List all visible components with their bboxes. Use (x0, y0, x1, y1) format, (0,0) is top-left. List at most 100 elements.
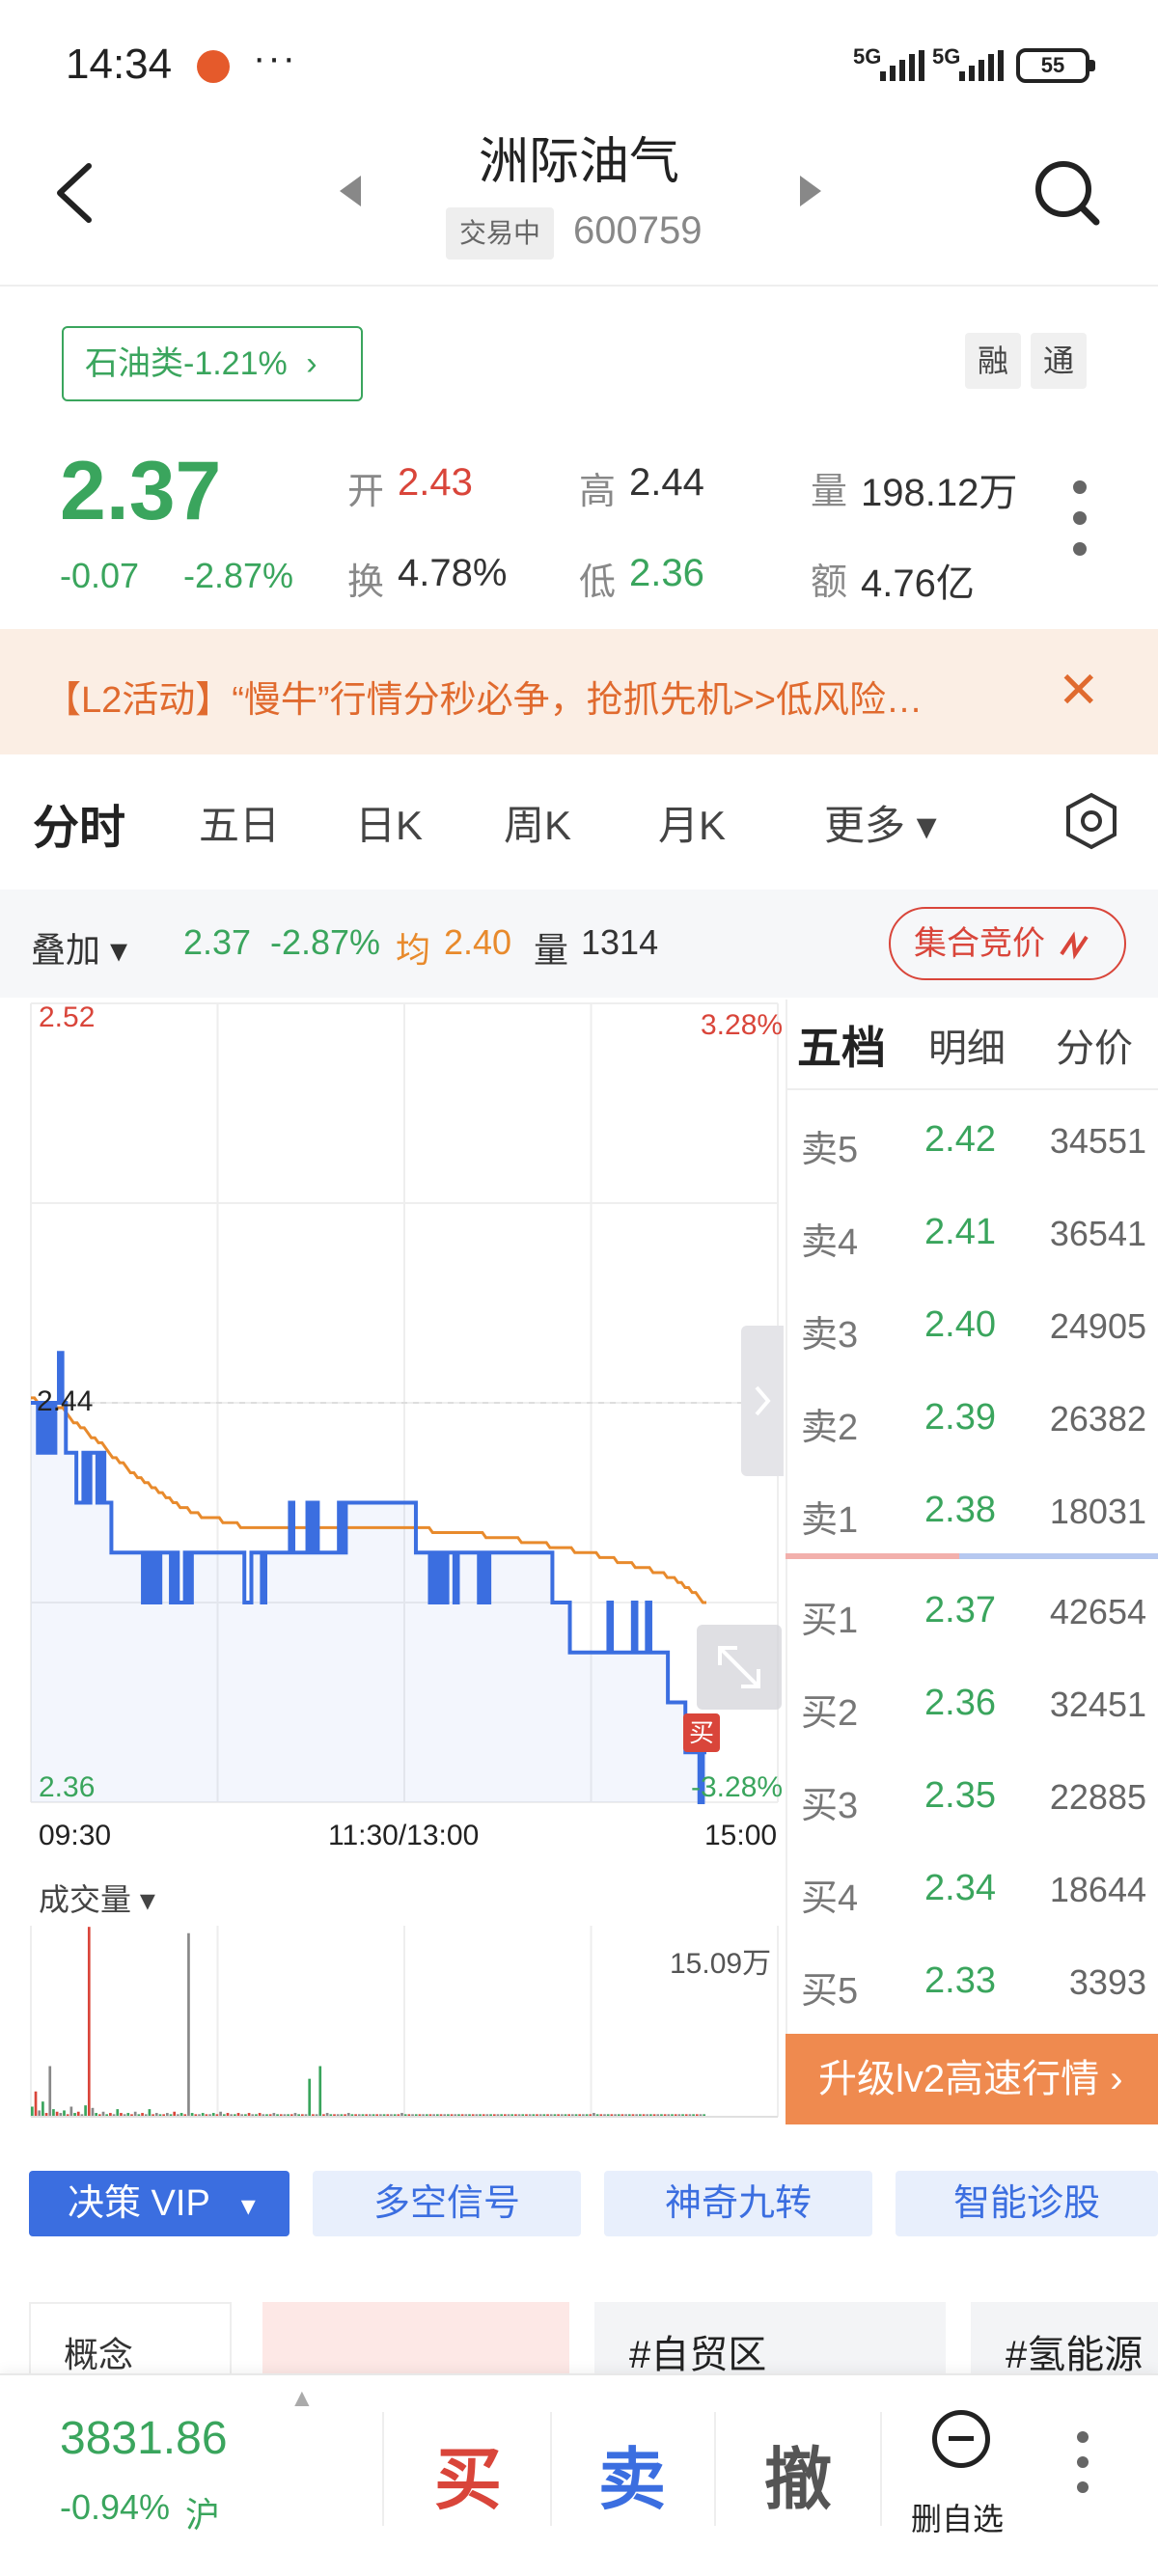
call-auction-label: 集合竞价 (914, 925, 1045, 962)
chart-settings-button[interactable] (1062, 791, 1121, 856)
volume-bar (52, 2109, 55, 2117)
ask-volume: 24905 (1049, 1306, 1146, 1346)
turnover-label: 换 (347, 562, 385, 603)
more-options-icon[interactable] (1073, 480, 1089, 573)
volume-bar (48, 2066, 52, 2117)
magic-nine-button[interactable]: 神奇九转 (604, 2171, 872, 2236)
notification-more-icon: ··· (253, 37, 297, 79)
axis-high-price: 2.52 (39, 1001, 96, 1033)
turnover-value: 4.78% (398, 552, 508, 594)
tab-trade-detail[interactable]: 明细 (928, 1017, 1006, 1073)
bottom-separator (714, 2412, 716, 2526)
signal-5g-label-a: 5G (853, 44, 882, 69)
smart-diagnose-button[interactable]: 智能诊股 (896, 2171, 1158, 2236)
price-change: -0.07 (60, 556, 140, 595)
close-icon[interactable]: ✕ (1058, 662, 1100, 720)
ask-label: 卖3 (801, 1315, 859, 1356)
chevron-right-icon: › (306, 345, 317, 382)
axis-high-percent: 3.28% (701, 1009, 784, 1041)
index-market: 沪 (185, 2495, 221, 2535)
search-button[interactable] (1031, 156, 1102, 228)
tab-intraday[interactable]: 分时 (33, 789, 125, 857)
ask-label: 卖4 (801, 1222, 859, 1263)
sell-button[interactable]: 卖 (598, 2425, 666, 2523)
bottom-action-bar (0, 2373, 1158, 2576)
volume-bar (69, 2106, 73, 2117)
axis-time-close: 15:00 (704, 1820, 778, 1851)
tab-daily-k[interactable]: 日K (355, 793, 423, 852)
ask-label: 卖1 (801, 1500, 859, 1541)
ask-bid-divider-red (786, 1553, 959, 1559)
cursor-volume-label: 量 (534, 930, 569, 970)
tab-five-day[interactable]: 五日 (199, 793, 280, 852)
bid-label: 买2 (801, 1693, 859, 1734)
auction-slash-icon (1060, 931, 1089, 960)
volume-label: 量 (811, 472, 848, 512)
tab-more[interactable]: 更多 ▾ (824, 793, 937, 852)
bottom-separator (880, 2412, 882, 2526)
bid-volume: 22885 (1049, 1777, 1146, 1817)
ask-volume: 34551 (1049, 1121, 1146, 1161)
more-options-icon[interactable] (1077, 2431, 1089, 2507)
bid-volume: 42654 (1049, 1592, 1146, 1631)
open-label: 开 (347, 472, 385, 512)
intraday-chart[interactable] (29, 1000, 784, 1804)
ask-volume: 26382 (1049, 1399, 1146, 1439)
cancel-order-button[interactable]: 撤 (764, 2425, 832, 2523)
axis-low-percent: -3.28% (691, 1771, 784, 1803)
fullscreen-button[interactable] (697, 1625, 782, 1710)
next-stock-button[interactable] (796, 172, 825, 215)
call-auction-button[interactable]: 集合竞价 (889, 907, 1126, 980)
tab-order-book-five[interactable]: 五档 (797, 1013, 886, 1077)
volume-indicator-dropdown[interactable]: 成交量 ▾ (39, 1876, 155, 1920)
bottom-separator (382, 2412, 384, 2526)
decision-vip-label: 决策 VIP (68, 2183, 210, 2224)
remove-favorite-icon[interactable] (932, 2410, 990, 2468)
volume-bar (116, 2109, 120, 2117)
price-change-percent: -2.87% (183, 556, 294, 595)
low-value: 2.36 (629, 552, 704, 594)
prev-stock-button[interactable] (336, 172, 365, 215)
current-price: 2.37 (60, 445, 222, 537)
sector-tag-label: 石油类-1.21% (85, 345, 288, 382)
decision-vip-dropdown[interactable]: 决策 VIP ▾ (29, 2171, 290, 2236)
chevron-right-icon (755, 1385, 771, 1416)
settings-hexagon-icon (1066, 792, 1117, 850)
side-panel-handle[interactable] (741, 1326, 784, 1476)
buy-button[interactable]: 买 (434, 2425, 502, 2523)
index-change: -0.94% (60, 2487, 171, 2527)
sector-tag[interactable]: 石油类-1.21% › (62, 326, 363, 401)
volume-chart[interactable] (29, 1920, 784, 2123)
high-value: 2.44 (629, 461, 704, 504)
index-value[interactable]: 3831.86 (60, 2412, 228, 2465)
remove-favorite-label[interactable]: 删自选 (911, 2495, 1004, 2539)
bull-bear-signal-button[interactable]: 多空信号 (313, 2171, 581, 2236)
ask-bid-divider-blue (959, 1553, 1158, 1559)
volume-bar (34, 2091, 38, 2117)
tab-price-distribution[interactable]: 分价 (1056, 1017, 1133, 1073)
battery-tip (1089, 60, 1095, 71)
bid-volume: 3393 (1068, 1962, 1146, 2002)
bid-volume: 18644 (1049, 1870, 1146, 1909)
stock-name: 洲际油气 (478, 134, 679, 190)
volume-bar (87, 1927, 91, 2117)
caret-up-icon[interactable]: ▲ (290, 2383, 315, 2413)
ask-volume: 36541 (1049, 1214, 1146, 1253)
cursor-volume: 1314 (581, 922, 659, 962)
bid-label: 买1 (801, 1601, 859, 1641)
battery-icon: 55 (1016, 48, 1089, 83)
price-area-fill (31, 1353, 706, 1802)
axis-time-mid: 11:30/13:00 (328, 1820, 480, 1851)
expand-icon (718, 1646, 760, 1688)
tab-monthly-k[interactable]: 月K (658, 793, 726, 852)
upgrade-level2-button[interactable]: 升级lv2高速行情 › (786, 2034, 1158, 2124)
tab-weekly-k[interactable]: 周K (504, 793, 571, 852)
buy-signal-marker[interactable]: 买 (683, 1713, 720, 1752)
app-notification-icon (197, 50, 230, 83)
overlay-dropdown[interactable]: 叠加 ▾ (31, 922, 127, 973)
trade-status-badge: 交易中 (446, 207, 555, 260)
stock-code: 600759 (573, 209, 703, 252)
search-icon (1035, 161, 1100, 226)
promo-text[interactable]: 【L2活动】“慢牛”行情分秒必争，抢抓先机>>低风险… (44, 670, 923, 723)
volume-bar (91, 2107, 95, 2117)
